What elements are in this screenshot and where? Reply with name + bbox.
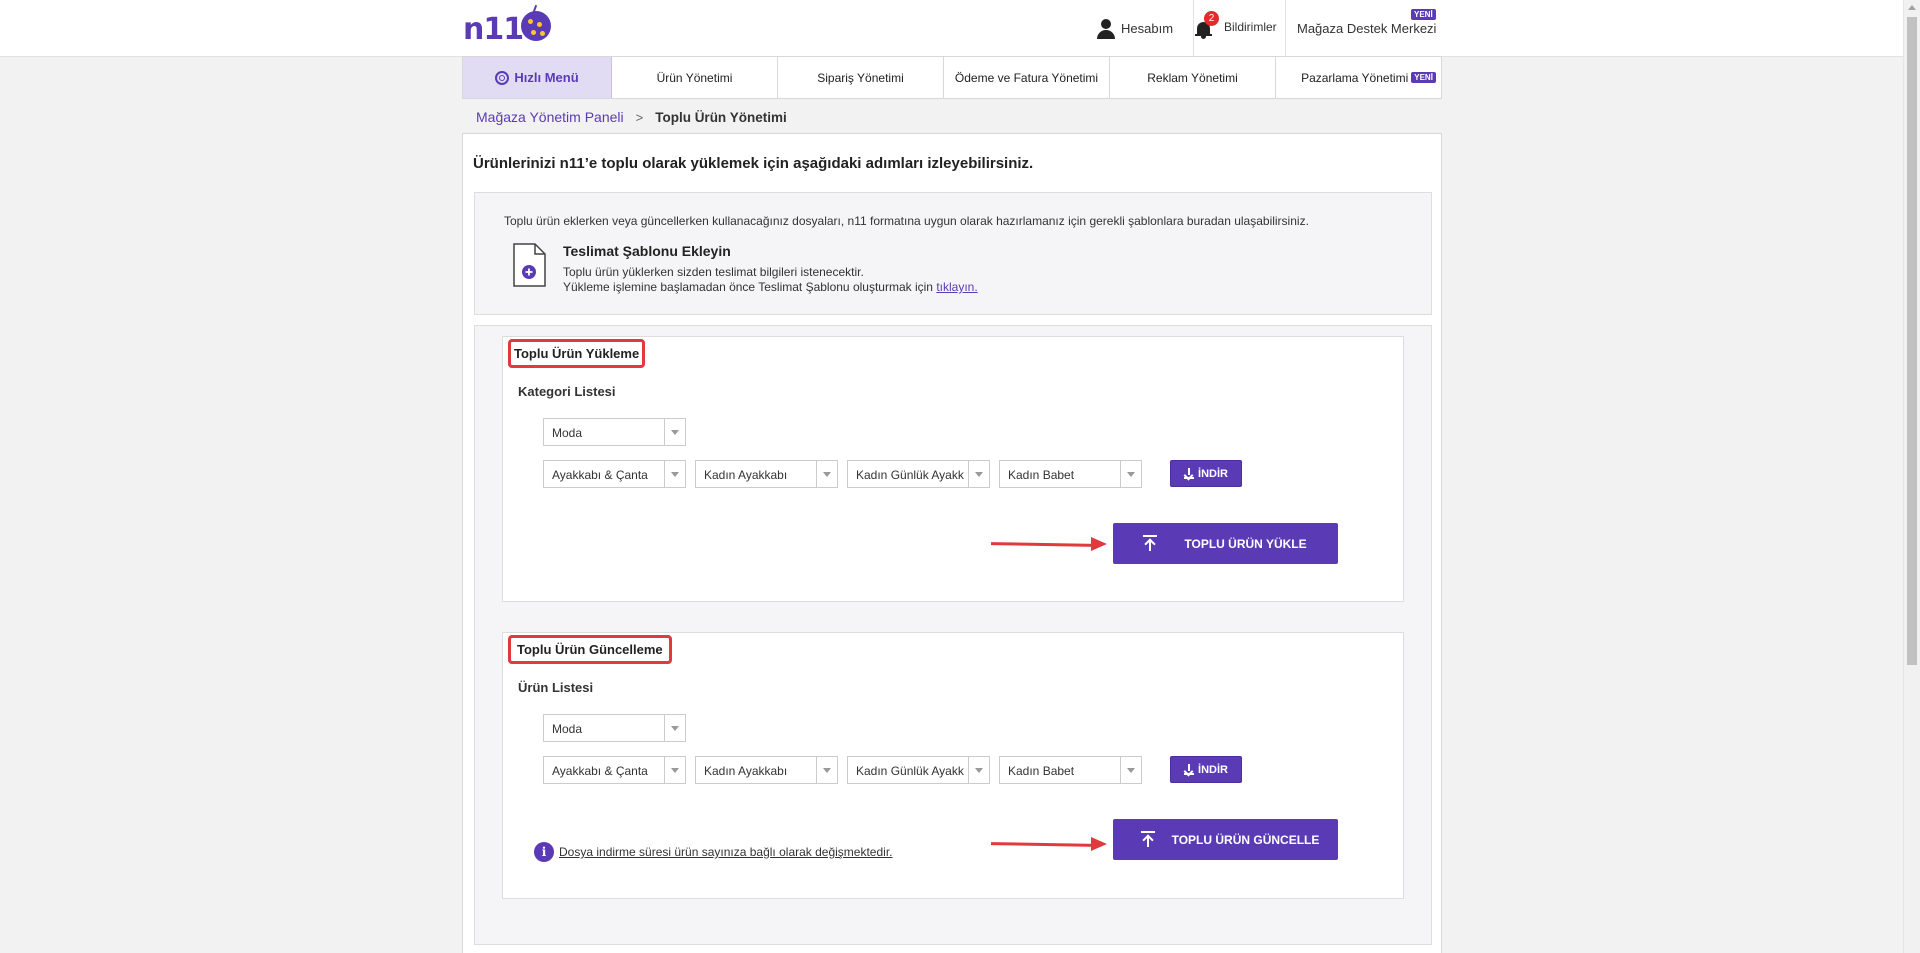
nav-label: Hızlı Menü (514, 70, 579, 85)
nav-product-management[interactable]: Ürün Yönetimi (612, 57, 778, 98)
bulk-upload-button[interactable]: TOPLU ÜRÜN YÜKLE (1113, 523, 1338, 564)
main-nav: Hızlı Menü Ürün Yönetimi Sipariş Yönetim… (462, 56, 1442, 99)
chevron-down-icon (1120, 461, 1141, 487)
select-value: Kadın Günlük Ayakkabı (856, 764, 964, 778)
nav-payment-invoice-management[interactable]: Ödeme ve Fatura Yönetimi (944, 57, 1110, 98)
bulk-update-section: Toplu Ürün Güncelleme Ürün Listesi Moda … (502, 632, 1404, 899)
new-badge: YENİ (1411, 72, 1436, 83)
gear-icon (495, 70, 510, 85)
select-value: Moda (552, 426, 583, 440)
bulk-update-title: Toplu Ürün Güncelleme (508, 635, 672, 664)
category-list-label: Kategori Listesi (518, 384, 616, 399)
new-badge: YENİ (1411, 9, 1436, 20)
chevron-down-icon (1120, 757, 1141, 783)
red-arrow-annotation (990, 837, 1107, 851)
product-select-level5[interactable]: Kadın Babet (999, 756, 1142, 784)
select-value: Kadın Günlük Ayakkabı (856, 468, 964, 482)
template-desc-line2-text: Yükleme işlemine başlamadan önce Teslima… (563, 280, 937, 294)
download-time-note: i Dosya indirme süresi ürün sayınıza bağ… (534, 842, 893, 862)
download-icon (1184, 764, 1195, 775)
bulk-sections-container: Toplu Ürün Yükleme Kategori Listesi Moda… (474, 325, 1432, 945)
bulk-upload-title: Toplu Ürün Yükleme (508, 339, 646, 368)
download-label: İNDİR (1198, 763, 1228, 776)
info-icon: i (534, 842, 554, 862)
nav-label: Pazarlama Yönetimi (1301, 70, 1409, 85)
breadcrumb-current: Toplu Ürün Yönetimi (655, 109, 787, 125)
product-select-level3[interactable]: Kadın Ayakkabı (695, 756, 838, 784)
scrollbar-thumb[interactable] (1907, 17, 1917, 665)
download-product-button[interactable]: İNDİR (1170, 756, 1242, 783)
chevron-down-icon (968, 461, 989, 487)
download-category-button[interactable]: İNDİR (1170, 460, 1242, 487)
bulk-upload-label: TOPLU ÜRÜN YÜKLE (1184, 536, 1307, 551)
select-value: Moda (552, 722, 583, 736)
top-header: n11 Hesabım 2 Bildirimler Mağaza Destek … (0, 0, 1903, 57)
nav-label: Reklam Yönetimi (1147, 70, 1238, 85)
bell-icon: 2 (1194, 10, 1219, 39)
product-select-main[interactable]: Moda (543, 714, 686, 742)
bulk-update-label: TOPLU ÜRÜN GÜNCELLE (1171, 832, 1320, 847)
scroll-up-icon[interactable] (1908, 5, 1916, 10)
nav-ads-management[interactable]: Reklam Yönetimi (1110, 57, 1276, 98)
main-panel: Ürünlerinizi n11’e toplu olarak yüklemek… (462, 133, 1442, 953)
category-select-level3[interactable]: Kadın Ayakkabı (695, 460, 838, 488)
add-file-icon (513, 243, 546, 287)
nav-quick-menu[interactable]: Hızlı Menü (463, 57, 612, 98)
breadcrumb-link-store-panel[interactable]: Mağaza Yönetim Paneli (476, 109, 624, 125)
ladybug-icon (521, 11, 552, 41)
support-label: Mağaza Destek Merkezi (1297, 21, 1437, 36)
template-info-box: Toplu ürün eklerken veya güncellerken ku… (474, 192, 1432, 315)
notifications-menu[interactable]: 2 Bildirimler (1193, 0, 1277, 57)
chevron-down-icon (664, 757, 685, 783)
nav-marketing-management[interactable]: Pazarlama Yönetimi YENİ (1276, 57, 1441, 98)
bulk-upload-section: Toplu Ürün Yükleme Kategori Listesi Moda… (502, 336, 1404, 602)
select-value: Kadın Babet (1008, 764, 1075, 778)
category-select-level4[interactable]: Kadın Günlük Ayakkabı (847, 460, 990, 488)
create-template-link[interactable]: tıklayın. (936, 280, 977, 294)
template-info-text: Toplu ürün eklerken veya güncellerken ku… (504, 214, 1309, 228)
template-title: Teslimat Şablonu Ekleyin (563, 243, 731, 259)
bulk-update-button[interactable]: TOPLU ÜRÜN GÜNCELLE (1113, 819, 1338, 860)
nav-label: Sipariş Yönetimi (817, 70, 904, 85)
account-menu[interactable]: Hesabım (1097, 0, 1173, 57)
chevron-down-icon (816, 461, 837, 487)
nav-label: Ödeme ve Fatura Yönetimi (954, 70, 1099, 85)
chevron-down-icon (664, 715, 685, 741)
n11-logo[interactable]: n11 (463, 9, 552, 49)
breadcrumb-separator-icon: > (635, 109, 644, 125)
account-label: Hesabım (1121, 21, 1174, 36)
select-value: Kadın Ayakkabı (704, 764, 788, 778)
product-select-level2[interactable]: Ayakkabı & Çanta (543, 756, 686, 784)
support-center-link[interactable]: Mağaza Destek Merkezi YENİ (1285, 0, 1436, 57)
category-select-level5[interactable]: Kadın Babet (999, 460, 1142, 488)
logo-text: n11 (463, 11, 524, 47)
chevron-down-icon (664, 419, 685, 445)
chevron-down-icon (968, 757, 989, 783)
product-list-label: Ürün Listesi (518, 680, 594, 695)
breadcrumb: Mağaza Yönetim Paneli > Toplu Ürün Yönet… (476, 109, 787, 125)
select-value: Ayakkabı & Çanta (552, 468, 648, 482)
red-arrow-annotation (990, 537, 1107, 551)
product-select-level4[interactable]: Kadın Günlük Ayakkabı (847, 756, 990, 784)
select-value: Ayakkabı & Çanta (552, 764, 648, 778)
template-desc-line2: Yükleme işlemine başlamadan önce Teslima… (563, 280, 978, 295)
notifications-label: Bildirimler (1224, 20, 1277, 34)
select-value: Kadın Babet (1008, 468, 1075, 482)
download-time-note-text[interactable]: Dosya indirme süresi ürün sayınıza bağlı… (559, 845, 893, 859)
user-icon (1097, 18, 1115, 39)
category-select-level2[interactable]: Ayakkabı & Çanta (543, 460, 686, 488)
nav-order-management[interactable]: Sipariş Yönetimi (778, 57, 944, 98)
chevron-down-icon (664, 461, 685, 487)
page-scrollbar[interactable] (1903, 0, 1920, 953)
nav-label: Ürün Yönetimi (656, 70, 733, 85)
template-description: Toplu ürün yüklerken sizden teslimat bil… (563, 265, 978, 295)
category-select-main[interactable]: Moda (543, 418, 686, 446)
select-value: Kadın Ayakkabı (704, 468, 788, 482)
download-label: İNDİR (1198, 467, 1228, 480)
page-title: Ürünlerinizi n11’e toplu olarak yüklemek… (473, 155, 1034, 172)
download-icon (1184, 468, 1195, 479)
chevron-down-icon (816, 757, 837, 783)
template-desc-line1: Toplu ürün yüklerken sizden teslimat bil… (563, 265, 864, 279)
notification-count-badge: 2 (1204, 10, 1219, 26)
